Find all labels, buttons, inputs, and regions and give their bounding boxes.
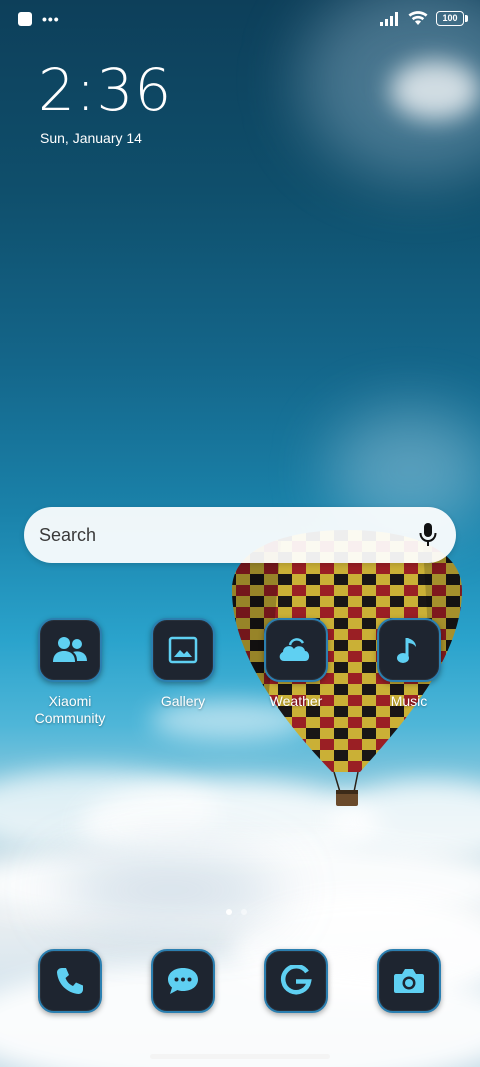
dock-camera[interactable] — [354, 949, 464, 1013]
wifi-icon — [408, 11, 428, 25]
status-left: ••• — [18, 12, 60, 26]
mic-icon[interactable] — [418, 522, 438, 548]
people-icon — [53, 637, 87, 662]
page-dot-active[interactable] — [226, 909, 232, 915]
app-tile[interactable] — [38, 949, 102, 1013]
page-dot[interactable] — [241, 909, 247, 915]
chat-bubble-icon — [168, 968, 198, 994]
app-gallery[interactable]: Gallery — [128, 618, 238, 710]
status-right: 100 — [380, 11, 468, 26]
google-g-icon — [280, 965, 312, 995]
app-label: Music — [390, 693, 428, 709]
signal-icon — [380, 11, 398, 26]
app-tile[interactable] — [377, 618, 441, 682]
app-tile[interactable] — [38, 618, 102, 682]
app-weather[interactable]: Weather — [241, 618, 351, 710]
app-tile[interactable] — [264, 618, 328, 682]
notification-square-icon — [18, 12, 32, 26]
clock-time[interactable]: 2:36 — [38, 58, 172, 122]
app-tile[interactable] — [151, 618, 215, 682]
clock-date[interactable]: Sun, January 14 — [40, 130, 142, 146]
phone-icon — [57, 968, 83, 994]
camera-icon — [394, 969, 424, 993]
home-indicator[interactable] — [150, 1054, 330, 1059]
search-placeholder: Search — [39, 525, 97, 545]
status-bar: ••• 100 — [0, 0, 480, 42]
music-note-icon — [397, 638, 416, 663]
search-bar[interactable]: Search — [24, 507, 456, 563]
dock-messages[interactable] — [128, 949, 238, 1013]
app-tile[interactable] — [151, 949, 215, 1013]
more-dots-icon: ••• — [42, 11, 60, 27]
app-tile[interactable] — [377, 949, 441, 1013]
battery-icon: 100 — [436, 11, 468, 26]
app-label: Weather — [269, 693, 323, 709]
page-indicator[interactable] — [226, 909, 247, 915]
home-screen: ••• 100 2:36 Sun, January 14 Search Xiao… — [0, 0, 480, 1067]
dock-phone[interactable] — [15, 949, 125, 1013]
app-xiaomi-community[interactable]: Xiaomi Community — [15, 618, 125, 727]
app-label: Xiaomi Community — [34, 693, 106, 726]
image-icon — [168, 636, 198, 664]
app-tile[interactable] — [264, 949, 328, 1013]
app-music[interactable]: Music — [354, 618, 464, 710]
app-label: Gallery — [160, 693, 206, 709]
cloud-icon — [279, 638, 310, 661]
dock-google[interactable] — [241, 949, 351, 1013]
